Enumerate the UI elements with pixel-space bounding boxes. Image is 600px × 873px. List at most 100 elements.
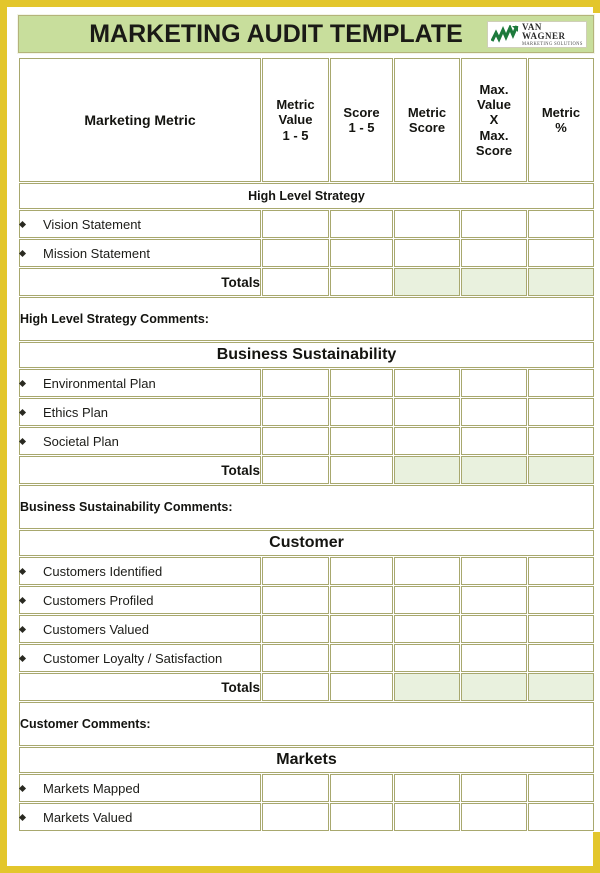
input-cell[interactable] — [394, 615, 460, 643]
input-cell[interactable] — [461, 774, 527, 802]
section-header-row: Markets — [19, 747, 594, 773]
input-cell[interactable] — [330, 268, 393, 296]
header-line: Max. — [479, 127, 509, 143]
input-cell[interactable] — [330, 774, 393, 802]
input-cell[interactable] — [330, 427, 393, 455]
table-header-row: Marketing Metric Metric Value 1 - 5 Scor… — [19, 58, 594, 182]
input-cell[interactable] — [330, 239, 393, 267]
input-cell[interactable] — [528, 210, 594, 238]
table-row: Customers Valued — [18, 615, 594, 643]
input-cell[interactable] — [528, 398, 594, 426]
input-cell[interactable] — [330, 557, 393, 585]
input-cell[interactable] — [394, 398, 460, 426]
comments-field[interactable]: Business Sustainability Comments: — [19, 485, 594, 529]
input-cell[interactable] — [528, 803, 594, 831]
header-line: 1 - 5 — [282, 127, 309, 143]
input-cell[interactable] — [330, 586, 393, 614]
input-cell[interactable] — [330, 644, 393, 672]
input-cell[interactable] — [528, 268, 594, 296]
input-cell[interactable] — [461, 586, 527, 614]
logo-wordmark: VAN WAGNER MARKETING SOLUTIONS — [522, 22, 586, 47]
input-cell[interactable] — [528, 456, 594, 484]
input-cell[interactable] — [394, 557, 460, 585]
input-cell[interactable] — [461, 673, 527, 701]
input-cell[interactable] — [394, 456, 460, 484]
input-cell[interactable] — [461, 398, 527, 426]
comments-row: Business Sustainability Comments: — [19, 485, 594, 529]
input-cell[interactable] — [528, 774, 594, 802]
metric-label-cell: Environmental Plan — [18, 369, 261, 397]
input-cell[interactable] — [262, 557, 329, 585]
input-cell[interactable] — [461, 239, 527, 267]
input-cell[interactable] — [262, 615, 329, 643]
comments-row: Customer Comments: — [19, 702, 594, 746]
metric-label: Ethics Plan — [43, 404, 109, 420]
input-cell[interactable] — [394, 239, 460, 267]
comments-field[interactable]: High Level Strategy Comments: — [19, 297, 594, 341]
comments-field[interactable]: Customer Comments: — [19, 702, 594, 746]
input-cell[interactable] — [262, 369, 329, 397]
header-metric-percent: Metric % — [528, 58, 594, 182]
input-cell[interactable] — [461, 803, 527, 831]
input-cell[interactable] — [394, 644, 460, 672]
table-row: Mission Statement — [18, 239, 594, 267]
header-score: Score 1 - 5 — [330, 58, 393, 182]
totals-row: Totals — [19, 268, 594, 296]
input-cell[interactable] — [330, 369, 393, 397]
input-cell[interactable] — [461, 210, 527, 238]
input-cell[interactable] — [262, 268, 329, 296]
input-cell[interactable] — [330, 456, 393, 484]
input-cell[interactable] — [528, 644, 594, 672]
input-cell[interactable] — [461, 369, 527, 397]
input-cell[interactable] — [330, 210, 393, 238]
input-cell[interactable] — [461, 644, 527, 672]
input-cell[interactable] — [330, 398, 393, 426]
totals-label: Totals — [19, 456, 261, 484]
input-cell[interactable] — [262, 427, 329, 455]
input-cell[interactable] — [461, 268, 527, 296]
input-cell[interactable] — [528, 427, 594, 455]
input-cell[interactable] — [394, 586, 460, 614]
input-cell[interactable] — [528, 239, 594, 267]
input-cell[interactable] — [394, 673, 460, 701]
input-cell[interactable] — [262, 803, 329, 831]
bullet-diamond-icon — [18, 784, 27, 792]
input-cell[interactable] — [262, 774, 329, 802]
input-cell[interactable] — [394, 210, 460, 238]
table-row: Societal Plan — [18, 427, 594, 455]
header-line: X — [489, 112, 499, 128]
input-cell[interactable] — [461, 557, 527, 585]
input-cell[interactable] — [528, 557, 594, 585]
metric-label: Customers Identified — [43, 563, 163, 579]
page-frame: MARKETING AUDIT TEMPLATE VAN WAGNER MARK… — [0, 0, 600, 873]
input-cell[interactable] — [528, 369, 594, 397]
input-cell[interactable] — [461, 456, 527, 484]
input-cell[interactable] — [528, 673, 594, 701]
input-cell[interactable] — [394, 803, 460, 831]
metric-label-cell: Vision Statement — [18, 210, 261, 238]
metric-label-cell: Societal Plan — [18, 427, 261, 455]
input-cell[interactable] — [528, 615, 594, 643]
input-cell[interactable] — [330, 615, 393, 643]
table-row: Customer Loyalty / Satisfaction — [18, 644, 594, 672]
input-cell[interactable] — [262, 398, 329, 426]
metric-label-cell: Customers Profiled — [18, 586, 261, 614]
section-header-row: Business Sustainability — [19, 342, 594, 368]
input-cell[interactable] — [330, 803, 393, 831]
header-line: Max. — [479, 81, 509, 97]
input-cell[interactable] — [394, 427, 460, 455]
input-cell[interactable] — [394, 369, 460, 397]
input-cell[interactable] — [262, 673, 329, 701]
input-cell[interactable] — [330, 673, 393, 701]
input-cell[interactable] — [262, 239, 329, 267]
input-cell[interactable] — [262, 644, 329, 672]
input-cell[interactable] — [394, 268, 460, 296]
input-cell[interactable] — [461, 615, 527, 643]
input-cell[interactable] — [394, 774, 460, 802]
input-cell[interactable] — [262, 210, 329, 238]
input-cell[interactable] — [262, 456, 329, 484]
input-cell[interactable] — [262, 586, 329, 614]
totals-row: Totals — [19, 673, 594, 701]
input-cell[interactable] — [528, 586, 594, 614]
input-cell[interactable] — [461, 427, 527, 455]
